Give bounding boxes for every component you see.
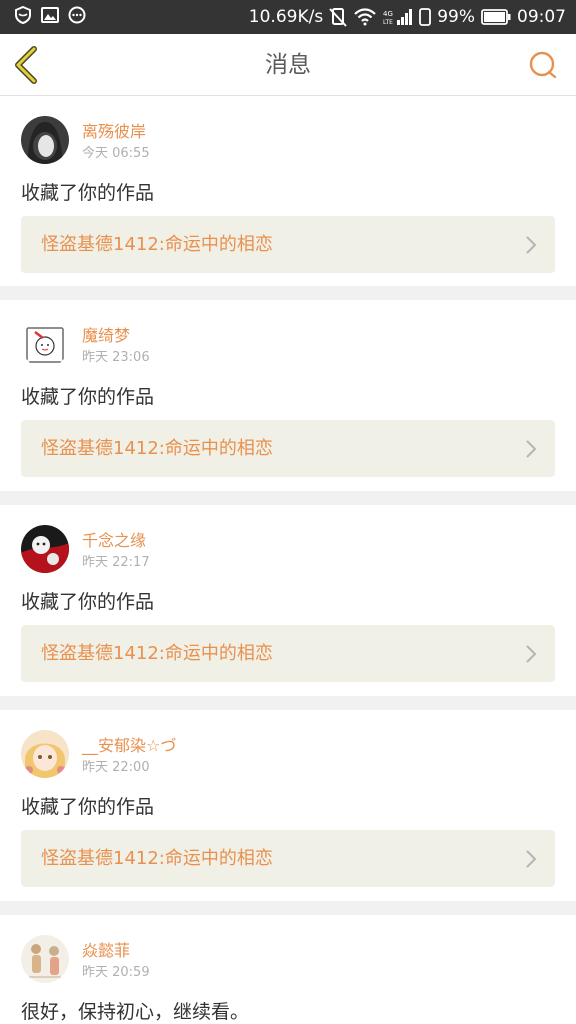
chevron-right-icon <box>526 236 537 254</box>
wifi-icon <box>354 8 376 26</box>
timestamp: 昨天 20:59 <box>82 965 150 980</box>
avatar[interactable] <box>21 116 69 164</box>
timestamp: 昨天 22:00 <box>82 760 150 775</box>
work-title: 怪盗基德1412:命运中的相恋 <box>41 848 273 869</box>
sim-icon <box>419 8 432 26</box>
username[interactable]: 离殇彼岸 <box>82 118 146 142</box>
page-title: 消息 <box>265 52 311 78</box>
work-link[interactable]: 怪盗基德1412:命运中的相恋 <box>21 216 555 273</box>
search-icon[interactable] <box>528 50 558 80</box>
battery-percent: 99% <box>437 7 475 27</box>
svg-text:4G: 4G <box>383 10 393 18</box>
username[interactable]: 焱懿菲 <box>82 937 130 961</box>
message-list: 离殇彼岸 今天 06:55 收藏了你的作品 怪盗基德1412:命运中的相恋 魔绮… <box>0 96 576 1024</box>
message-text: 收藏了你的作品 <box>21 182 155 204</box>
timestamp: 昨天 22:17 <box>82 555 150 570</box>
timestamp: 今天 06:55 <box>82 146 150 161</box>
work-link[interactable]: 怪盗基德1412:命运中的相恋 <box>21 420 555 477</box>
work-link[interactable]: 怪盗基德1412:命运中的相恋 <box>21 830 555 887</box>
message-text: 收藏了你的作品 <box>21 591 155 613</box>
work-title: 怪盗基德1412:命运中的相恋 <box>41 234 273 255</box>
message-icon <box>68 6 86 24</box>
chevron-right-icon <box>526 645 537 663</box>
work-title: 怪盗基德1412:命运中的相恋 <box>41 438 273 459</box>
message-card: 千念之缘 昨天 22:17 收藏了你的作品 怪盗基德1412:命运中的相恋 <box>0 505 576 696</box>
message-text: 收藏了你的作品 <box>21 386 155 408</box>
chevron-right-icon <box>526 440 537 458</box>
avatar[interactable] <box>21 320 69 368</box>
work-link[interactable]: 怪盗基德1412:命运中的相恋 <box>21 625 555 682</box>
message-card: __安郁染☆づ 昨天 22:00 收藏了你的作品 怪盗基德1412:命运中的相恋 <box>0 710 576 901</box>
network-speed: 10.69K/s <box>248 7 324 27</box>
mute-icon <box>329 8 347 27</box>
clock: 09:07 <box>517 7 566 27</box>
avatar[interactable] <box>21 935 69 983</box>
svg-text:LTE: LTE <box>383 19 393 26</box>
avatar[interactable] <box>21 525 69 573</box>
signal-icon: 4GLTE <box>383 9 413 26</box>
username[interactable]: 魔绮梦 <box>82 322 130 346</box>
shield-icon <box>15 6 31 24</box>
work-title: 怪盗基德1412:命运中的相恋 <box>41 643 273 664</box>
message-text: 收藏了你的作品 <box>21 796 155 818</box>
chevron-right-icon <box>526 850 537 868</box>
battery-icon <box>481 9 511 25</box>
message-card: 离殇彼岸 今天 06:55 收藏了你的作品 怪盗基德1412:命运中的相恋 <box>0 96 576 286</box>
nav-bar: 消息 <box>0 34 576 96</box>
username[interactable]: 千念之缘 <box>82 527 146 551</box>
status-bar: 10.69K/s 4G LTE 99% 09:07 <box>0 0 576 34</box>
message-card: 魔绮梦 昨天 23:06 收藏了你的作品 怪盗基德1412:命运中的相恋 <box>0 300 576 491</box>
username[interactable]: __安郁染☆づ <box>82 732 176 756</box>
avatar[interactable] <box>21 730 69 778</box>
message-card: 焱懿菲 昨天 20:59 很好，保持初心，继续看。 <box>0 915 576 1024</box>
image-icon <box>41 7 59 23</box>
message-text: 很好，保持初心，继续看。 <box>21 1001 250 1023</box>
timestamp: 昨天 23:06 <box>82 350 150 365</box>
